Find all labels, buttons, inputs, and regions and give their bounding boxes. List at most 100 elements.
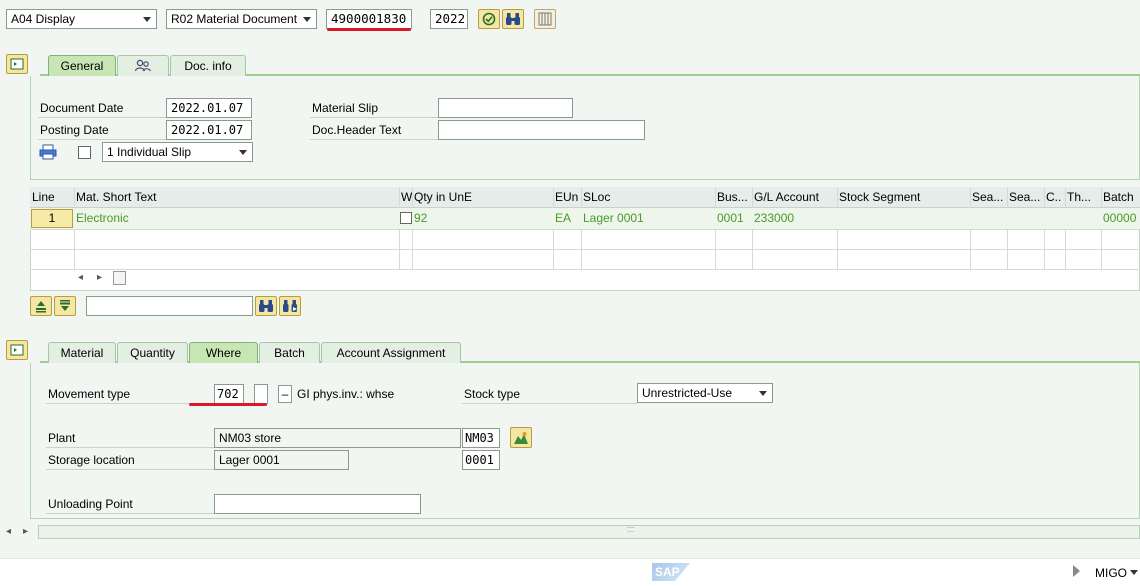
plant-code-value: NM03 (465, 431, 494, 445)
scroll-grip: ::: (627, 524, 635, 534)
stock-type-select[interactable]: Unrestricted-Use (637, 383, 773, 403)
page-scroll-right[interactable]: ▸ (23, 526, 28, 537)
storage-location-code-field[interactable]: 0001 (462, 450, 500, 470)
year-value: 2022 (435, 11, 466, 26)
material-slip-label-line (310, 117, 438, 118)
plant-detail-button[interactable] (510, 427, 532, 448)
print-option-value: 1 Individual Slip (107, 145, 192, 159)
stock-type-label: Stock type (464, 387, 521, 401)
execute-button[interactable] (478, 9, 500, 29)
col-header-bus[interactable]: Bus... (715, 187, 752, 207)
col-header-gl-account[interactable]: G/L Account (752, 187, 837, 207)
collapse-panel-icon (10, 344, 24, 356)
transaction-menu-icon[interactable] (1130, 570, 1138, 575)
year-field[interactable]: 2022 (430, 9, 468, 29)
col-header-sea-2[interactable]: Sea... (1007, 187, 1044, 207)
material-slip-field[interactable] (438, 98, 573, 118)
movement-desc: GI phys.inv.: whse (297, 387, 395, 401)
table-scroll-right[interactable]: ▸ (97, 272, 102, 283)
detail-toggle-button[interactable] (6, 340, 28, 360)
action-select[interactable]: A04 Display (6, 9, 157, 29)
storage-location-label: Storage location (48, 453, 135, 467)
tab-account-assignment-label: Account Assignment (336, 346, 446, 360)
col-header-c[interactable]: C.. (1044, 187, 1065, 207)
plant-icon (514, 431, 528, 444)
document-date-value: 2022.01.07 (171, 101, 244, 115)
tab-where-label: Where (205, 346, 242, 360)
document-date-label-line (38, 117, 166, 118)
print-option-select[interactable]: 1 Individual Slip (102, 142, 253, 162)
col-header-stock-segment[interactable]: Stock Segment (837, 187, 970, 207)
grid-icon (538, 12, 552, 26)
collapse-panel-icon (10, 58, 24, 70)
select-all-icon (36, 301, 46, 313)
tab-batch[interactable]: Batch (259, 342, 320, 364)
find-in-table-button[interactable] (255, 296, 277, 316)
movement-type-value: 702 (217, 387, 239, 401)
find-next-button[interactable] (279, 296, 301, 316)
doc-header-text-field[interactable] (438, 120, 645, 140)
tab-doc-info[interactable]: Doc. info (170, 55, 246, 77)
page-scroll-left[interactable]: ◂ (6, 526, 11, 537)
reference-select-value: R02 Material Document (171, 12, 298, 26)
document-date-field[interactable]: 2022.01.07 (166, 98, 252, 118)
execute-icon (482, 12, 496, 26)
status-expand-icon[interactable] (1073, 565, 1080, 577)
plant-name-field: NM03 store (214, 428, 461, 448)
doc-header-text-label: Doc.Header Text (312, 123, 402, 137)
movement-type-field[interactable]: 702 (214, 384, 244, 404)
tab-where[interactable]: Where (189, 342, 258, 364)
movement-sign-field: – (278, 385, 292, 403)
chevron-down-icon (239, 150, 247, 155)
movement-type-extra-field[interactable] (254, 384, 268, 404)
unloading-point-label: Unloading Point (48, 497, 133, 511)
posting-date-field[interactable]: 2022.01.07 (166, 120, 252, 140)
tab-partner[interactable] (117, 55, 169, 77)
print-icon[interactable] (39, 144, 57, 160)
plant-label-line (46, 447, 214, 448)
tab-general[interactable]: General (48, 55, 116, 77)
storage-location-label-line (46, 469, 214, 470)
col-header-batch[interactable]: Batch (1101, 187, 1140, 207)
unloading-point-field[interactable] (214, 494, 421, 514)
stock-type-value: Unrestricted-Use (642, 386, 733, 400)
col-header-mat-short-text[interactable]: Mat. Short Text (74, 187, 399, 207)
col-header-th[interactable]: Th... (1065, 187, 1101, 207)
table-scroll-left[interactable]: ◂ (78, 272, 83, 283)
header-toggle-button[interactable] (6, 54, 28, 74)
row-line-number: 1 (48, 211, 56, 225)
layout-button[interactable] (534, 9, 556, 29)
select-all-button[interactable] (30, 296, 52, 316)
col-header-eun[interactable]: EUn (553, 187, 581, 207)
cell-batch: 00000 (1103, 211, 1137, 225)
col-header-w[interactable]: W (399, 187, 412, 207)
find-button[interactable] (502, 9, 524, 29)
col-header-line[interactable]: Line (30, 187, 74, 207)
print-checkbox[interactable] (78, 146, 91, 159)
row-divider (30, 229, 1140, 230)
tab-account-assignment[interactable]: Account Assignment (321, 342, 461, 364)
document-number-field[interactable]: 4900001830 (326, 9, 412, 29)
tab-quantity[interactable]: Quantity (117, 342, 188, 364)
sap-logo-text: SAP (655, 565, 680, 579)
cell-w-checkbox[interactable] (400, 212, 412, 224)
col-header-sloc[interactable]: SLoc (581, 187, 715, 207)
action-select-value: A04 Display (11, 12, 76, 26)
tab-material[interactable]: Material (48, 342, 116, 364)
plant-code-field[interactable]: NM03 (462, 428, 500, 448)
reference-select[interactable]: R02 Material Document (166, 9, 317, 29)
table-scroll-thumb[interactable] (113, 271, 126, 285)
binoculars-icon (506, 13, 520, 25)
page-scrollbar[interactable]: ::: (38, 524, 1140, 539)
tab-doc-info-label: Doc. info (184, 59, 232, 73)
col-header-qty[interactable]: Qty in UnE (412, 187, 553, 207)
storage-location-code-value: 0001 (465, 453, 494, 467)
cell-eun: EA (555, 211, 572, 225)
plant-name-value: NM03 store (219, 431, 282, 445)
col-header-sea-1[interactable]: Sea... (970, 187, 1007, 207)
deselect-all-button[interactable] (54, 296, 76, 316)
chevron-down-icon (303, 17, 311, 22)
table-search-input[interactable] (86, 296, 253, 316)
row-selector-button[interactable]: 1 (31, 209, 73, 228)
row-divider (30, 269, 1140, 270)
